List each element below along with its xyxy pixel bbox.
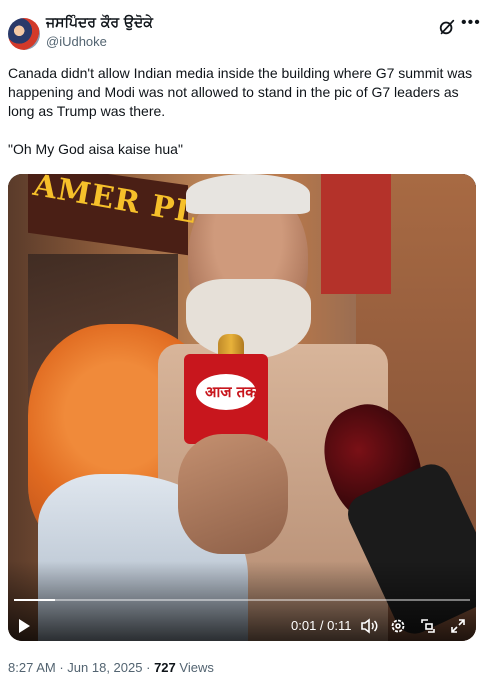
fullscreen-icon[interactable]: [450, 618, 466, 634]
views-count: 727: [154, 660, 176, 675]
video-frame: AMER PLAT आज तक: [8, 174, 476, 641]
volume-icon[interactable]: [360, 618, 378, 634]
views-label: Views: [179, 660, 214, 675]
tweet-text: Canada didn't allow Indian media inside …: [8, 65, 473, 157]
hand: [178, 434, 288, 554]
tweet-meta: 8:27 AM · Jun 18, 2025 · 727 Views: [8, 660, 214, 675]
more-icon[interactable]: •••: [461, 14, 481, 32]
tweet-date[interactable]: Jun 18, 2025: [67, 660, 142, 675]
microphone-logo-text: आज तक: [205, 383, 257, 401]
picture-in-picture-icon[interactable]: [420, 618, 436, 634]
person-beard: [186, 279, 311, 359]
meta-separator-2: ·: [146, 660, 151, 675]
settings-icon[interactable]: [390, 618, 406, 634]
meta-separator: ·: [59, 660, 64, 675]
tweet-header: ਜਸਪਿੰਦਰ ਕੌਰ ਉਦੋਕੇ @iUdhoke •••: [0, 0, 490, 60]
author-handle[interactable]: @iUdhoke: [46, 34, 107, 49]
play-icon[interactable]: [19, 619, 30, 633]
video-controls: 0:01 / 0:11: [8, 610, 476, 640]
red-banner: [321, 174, 391, 294]
tweet-time[interactable]: 8:27 AM: [8, 660, 56, 675]
person-hair: [186, 174, 310, 214]
grok-icon[interactable]: [438, 18, 456, 36]
avatar[interactable]: [8, 18, 40, 50]
author-display-name[interactable]: ਜਸਪਿੰਦਰ ਕੌਰ ਉਦੋਕੇ: [46, 15, 153, 31]
progress-bar[interactable]: [14, 599, 470, 601]
time-display: 0:01 / 0:11: [291, 618, 352, 633]
progress-fill: [14, 599, 56, 601]
video-player[interactable]: AMER PLAT आज तक 0:01 / 0:11: [8, 174, 476, 641]
